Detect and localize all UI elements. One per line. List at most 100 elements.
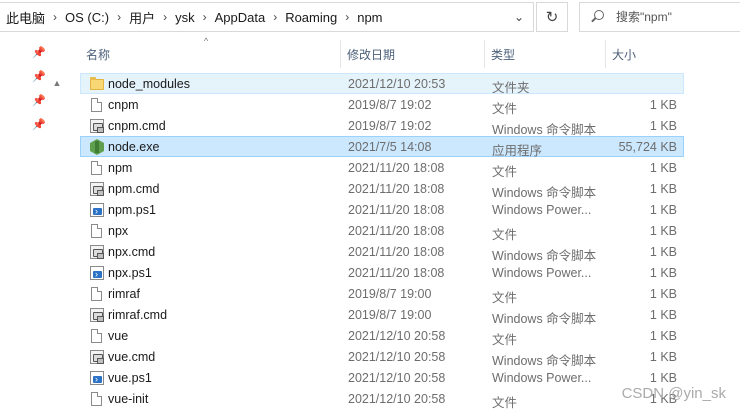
file-row[interactable]: npm.cmd 2021/11/20 18:08 Windows 命令脚本 1 KB (80, 178, 684, 200)
file-size: 1 KB (649, 161, 677, 175)
navigation-pane: ▲ 📌 📌 📌 📌 (0, 36, 66, 412)
file-date: 2021/7/5 14:08 (348, 140, 432, 154)
breadcrumb-item-users[interactable]: 用户 (125, 8, 159, 27)
file-size: 1 KB (649, 287, 677, 301)
file-date: 2019/8/7 19:00 (348, 308, 432, 322)
file-size: 1 KB (649, 119, 677, 133)
column-header-size[interactable]: 大小 (606, 40, 684, 68)
sort-ascending-icon: ^ (204, 36, 209, 46)
file-date: 2019/8/7 19:02 (348, 119, 432, 133)
file-list: node_modules 2021/12/10 20:53 文件夹 cnpm 2019/… (80, 73, 684, 410)
nodejs-exe-icon (90, 139, 104, 155)
file-size: 55,724 KB (618, 140, 677, 154)
file-date: 2019/8/7 19:02 (348, 98, 432, 112)
cmd-script-icon (90, 119, 104, 133)
chevron-down-icon[interactable]: ⌄ (511, 9, 527, 25)
file-icon (91, 98, 102, 112)
file-row[interactable]: npm 2021/11/20 18:08 文件 1 KB (80, 157, 684, 179)
file-name: vue.ps1 (108, 371, 152, 385)
chevron-right-icon[interactable]: › (113, 10, 125, 24)
file-row[interactable]: vue.cmd 2021/12/10 20:58 Windows 命令脚本 1 KB (80, 346, 684, 368)
folder-icon (90, 77, 104, 90)
file-row[interactable]: npx.cmd 2021/11/20 18:08 Windows 命令脚本 1 KB (80, 241, 684, 263)
file-date: 2021/12/10 20:58 (348, 350, 446, 364)
file-row[interactable]: rimraf 2019/8/7 19:00 文件 1 KB (80, 283, 684, 305)
file-name: npx.ps1 (108, 266, 152, 280)
file-type: 文件 (492, 396, 518, 410)
file-row[interactable]: vue.ps1 2021/12/10 20:58 Windows Power... 1… (80, 367, 684, 388)
column-header-label: 名称 (86, 47, 111, 62)
file-date: 2021/12/10 20:58 (348, 371, 446, 385)
file-name: rimraf (108, 287, 140, 301)
file-name: npx (108, 224, 129, 238)
file-size: 1 KB (649, 329, 677, 343)
file-name: cnpm (108, 98, 139, 112)
breadcrumb-item-appdata[interactable]: AppData (211, 10, 270, 25)
file-size: 1 KB (649, 350, 677, 364)
file-date: 2021/12/10 20:58 (348, 329, 446, 343)
file-row[interactable]: node.exe 2021/7/5 14:08 应用程序 55,724 KB (80, 136, 684, 158)
file-row[interactable]: vue-init 2021/12/10 20:58 文件 1 KB (80, 388, 684, 410)
chevron-right-icon[interactable]: › (341, 10, 353, 24)
file-date: 2019/8/7 19:00 (348, 287, 432, 301)
watermark: CSDN @yin_sk (621, 385, 726, 402)
cmd-script-icon (90, 308, 104, 322)
file-icon (91, 392, 102, 406)
cmd-script-icon (90, 245, 104, 259)
file-icon (91, 224, 102, 238)
file-row[interactable]: cnpm.cmd 2019/8/7 19:02 Windows 命令脚本 1 KB (80, 115, 684, 137)
file-row[interactable]: vue 2021/12/10 20:58 文件 1 KB (80, 325, 684, 347)
breadcrumb-item-roaming[interactable]: Roaming (281, 10, 341, 25)
file-row[interactable]: cnpm 2019/8/7 19:02 文件 1 KB (80, 94, 684, 116)
refresh-icon: ↻ (545, 9, 559, 26)
address-bar[interactable]: 此电脑 › OS (C:) › 用户 › ysk › AppData › Roa… (0, 2, 534, 32)
refresh-button[interactable]: ↻ (536, 2, 568, 32)
breadcrumb-item-c-drive[interactable]: OS (C:) (61, 10, 113, 25)
column-header-type[interactable]: 类型 (485, 40, 606, 68)
file-size: 1 KB (649, 245, 677, 259)
file-name: node.exe (108, 140, 160, 154)
file-row[interactable]: rimraf.cmd 2019/8/7 19:00 Windows 命令脚本 1 KB (80, 304, 684, 326)
breadcrumb-item-user[interactable]: ysk (171, 10, 199, 25)
file-size: 1 KB (649, 203, 677, 217)
search-box[interactable] (579, 2, 740, 32)
file-date: 2021/11/20 18:08 (348, 203, 445, 217)
file-name: npm (108, 161, 133, 175)
file-row[interactable]: node_modules 2021/12/10 20:53 文件夹 (80, 73, 684, 95)
search-input[interactable] (616, 10, 726, 24)
file-row[interactable]: npm.ps1 2021/11/20 18:08 Windows Power... 1… (80, 199, 684, 220)
file-row[interactable]: npx.ps1 2021/11/20 18:08 Windows Power... 1… (80, 262, 684, 283)
file-date: 2021/11/20 18:08 (348, 161, 445, 175)
file-name: npm.cmd (108, 182, 160, 196)
chevron-right-icon[interactable]: › (199, 10, 211, 24)
file-name: vue.cmd (108, 350, 156, 364)
file-name: vue-init (108, 392, 149, 406)
chevron-right-icon[interactable]: › (49, 10, 61, 24)
file-icon (91, 287, 102, 301)
file-row[interactable]: npx 2021/11/20 18:08 文件 1 KB (80, 220, 684, 242)
file-date: 2021/11/20 18:08 (348, 266, 445, 280)
column-header-name[interactable]: 名称 ^ (80, 36, 341, 68)
column-header-label: 类型 (491, 47, 516, 62)
pin-icon: 📌 (32, 95, 46, 107)
chevron-right-icon[interactable]: › (159, 10, 171, 24)
breadcrumb-item-npm[interactable]: npm (353, 10, 386, 25)
column-header-date[interactable]: 修改日期 (341, 40, 485, 68)
address-toolbar: 此电脑 › OS (C:) › 用户 › ysk › AppData › Roa… (0, 0, 740, 36)
file-date: 2021/12/10 20:53 (348, 77, 446, 91)
file-name: npx.cmd (108, 245, 156, 259)
powershell-script-icon (90, 266, 104, 280)
chevron-right-icon[interactable]: › (269, 10, 281, 24)
file-size: 1 KB (649, 371, 677, 385)
file-type: Windows Power... (492, 203, 592, 217)
file-icon (91, 161, 102, 175)
powershell-script-icon (90, 371, 104, 385)
pin-icon: 📌 (32, 119, 46, 131)
scroll-up-icon[interactable]: ▲ (52, 78, 62, 88)
column-headers: 名称 ^ 修改日期 类型 大小 (80, 36, 684, 68)
pin-icon: 📌 (32, 71, 46, 83)
file-name: vue (108, 329, 129, 343)
file-date: 2021/12/10 20:58 (348, 392, 446, 406)
breadcrumb-item-this-pc[interactable]: 此电脑 (2, 8, 49, 27)
file-name: rimraf.cmd (108, 308, 168, 322)
